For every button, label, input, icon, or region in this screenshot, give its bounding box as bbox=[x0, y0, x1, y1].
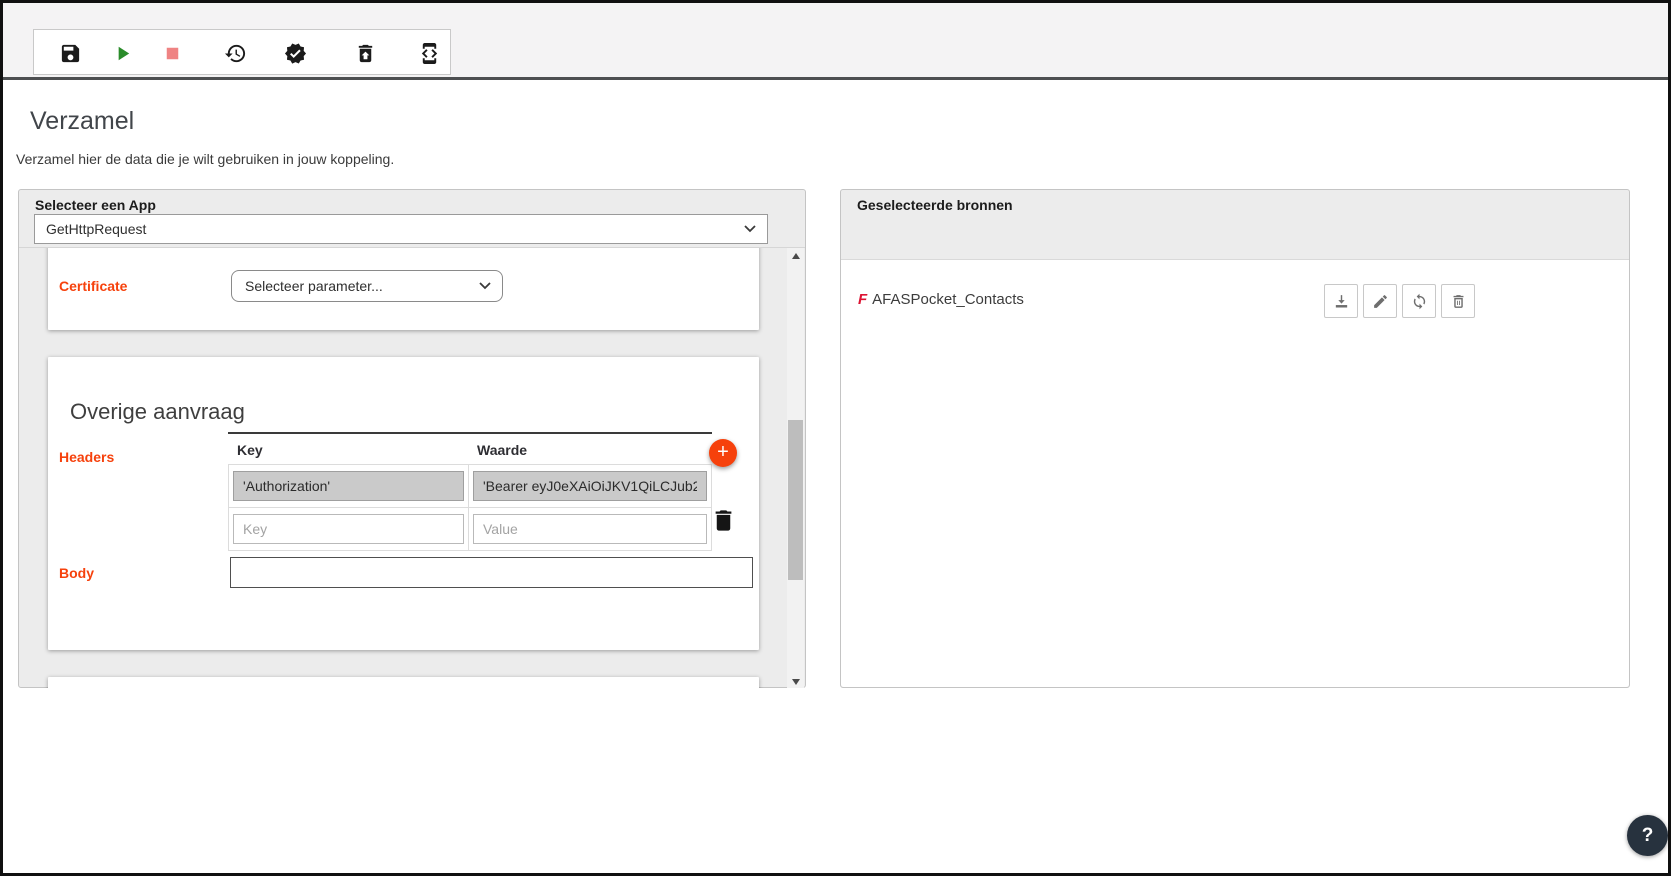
app-select-value: GetHttpRequest bbox=[46, 221, 146, 237]
source-row: F AFASPocket_Contacts bbox=[858, 284, 1616, 320]
header-key-input[interactable] bbox=[233, 471, 464, 501]
headers-label: Headers bbox=[59, 449, 114, 465]
value-column-header: Waarde bbox=[468, 434, 712, 464]
history-button[interactable] bbox=[222, 40, 248, 66]
certificate-parameter-value: Selecteer parameter... bbox=[245, 278, 383, 294]
scrollbar-thumb[interactable] bbox=[788, 420, 803, 580]
refresh-source-button[interactable] bbox=[1402, 284, 1436, 318]
next-section-card bbox=[48, 677, 759, 688]
run-button[interactable] bbox=[109, 40, 135, 66]
refresh-icon bbox=[1411, 293, 1428, 310]
save-icon bbox=[59, 42, 82, 65]
body-label: Body bbox=[59, 565, 94, 581]
header-row-new bbox=[228, 508, 712, 551]
download-icon bbox=[1333, 293, 1350, 310]
app-config-scroll-area: Certificate Selecteer parameter... Overi… bbox=[19, 247, 805, 688]
add-header-button[interactable]: + bbox=[709, 439, 737, 467]
key-column-header: Key bbox=[228, 434, 468, 464]
scroll-up-arrow[interactable] bbox=[787, 248, 804, 263]
page-subtitle: Verzamel hier de data die je wilt gebrui… bbox=[16, 151, 394, 167]
new-header-value-input[interactable] bbox=[473, 514, 707, 544]
header-row bbox=[228, 465, 712, 508]
delete-header-row-button[interactable] bbox=[710, 507, 738, 535]
source-name-text: AFASPocket_Contacts bbox=[872, 291, 1024, 308]
vertical-scrollbar[interactable] bbox=[787, 248, 804, 688]
source-actions bbox=[1324, 284, 1475, 318]
sources-list: F AFASPocket_Contacts bbox=[841, 259, 1629, 687]
pencil-icon bbox=[1372, 293, 1389, 310]
delete-source-button[interactable] bbox=[1441, 284, 1475, 318]
app-window: Verzamel Verzamel hier de data die je wi… bbox=[0, 0, 1671, 876]
stop-icon bbox=[161, 42, 184, 65]
save-button[interactable] bbox=[57, 40, 83, 66]
help-button[interactable]: ? bbox=[1627, 815, 1668, 856]
afas-f-logo: F bbox=[858, 291, 867, 308]
chevron-down-icon bbox=[744, 225, 756, 233]
triangle-up-icon bbox=[792, 253, 800, 259]
scroll-down-arrow[interactable] bbox=[787, 674, 804, 688]
body-input[interactable] bbox=[230, 557, 753, 588]
request-card: Overige aanvraag Headers Key Waarde bbox=[48, 357, 759, 650]
stop-button[interactable] bbox=[159, 40, 185, 66]
discard-button[interactable] bbox=[352, 40, 378, 66]
history-icon bbox=[224, 42, 247, 65]
developer-mode-icon bbox=[418, 42, 441, 65]
play-icon bbox=[111, 42, 134, 65]
header-value-input[interactable] bbox=[473, 471, 707, 501]
approve-button[interactable] bbox=[282, 40, 308, 66]
selected-sources-panel: Geselecteerde bronnen F AFASPocket_Contac… bbox=[840, 189, 1630, 688]
source-name: F AFASPocket_Contacts bbox=[858, 291, 1024, 308]
verified-badge-icon bbox=[284, 42, 307, 65]
request-card-title: Overige aanvraag bbox=[70, 399, 245, 425]
sources-panel-header: Geselecteerde bronnen bbox=[857, 197, 1013, 213]
edit-source-button[interactable] bbox=[1363, 284, 1397, 318]
developer-mode-button[interactable] bbox=[416, 40, 442, 66]
headers-table: Key Waarde bbox=[228, 432, 712, 551]
trash-outline-icon bbox=[1450, 293, 1467, 310]
toolbar bbox=[33, 29, 451, 75]
app-config-panel: Selecteer een App GetHttpRequest Certifi… bbox=[18, 189, 806, 688]
page-title: Verzamel bbox=[30, 107, 134, 136]
triangle-down-icon bbox=[792, 679, 800, 685]
restore-trash-icon bbox=[354, 42, 377, 65]
certificate-card: Certificate Selecteer parameter... bbox=[48, 247, 759, 330]
download-source-button[interactable] bbox=[1324, 284, 1358, 318]
certificate-label: Certificate bbox=[59, 278, 127, 294]
headers-table-head: Key Waarde bbox=[228, 434, 712, 465]
certificate-parameter-select[interactable]: Selecteer parameter... bbox=[231, 270, 503, 302]
top-bar bbox=[3, 3, 1668, 80]
new-header-key-input[interactable] bbox=[233, 514, 464, 544]
app-select[interactable]: GetHttpRequest bbox=[34, 214, 768, 244]
chevron-down-icon bbox=[479, 282, 491, 290]
trash-icon bbox=[710, 507, 737, 534]
app-panel-header: Selecteer een App bbox=[35, 197, 156, 213]
